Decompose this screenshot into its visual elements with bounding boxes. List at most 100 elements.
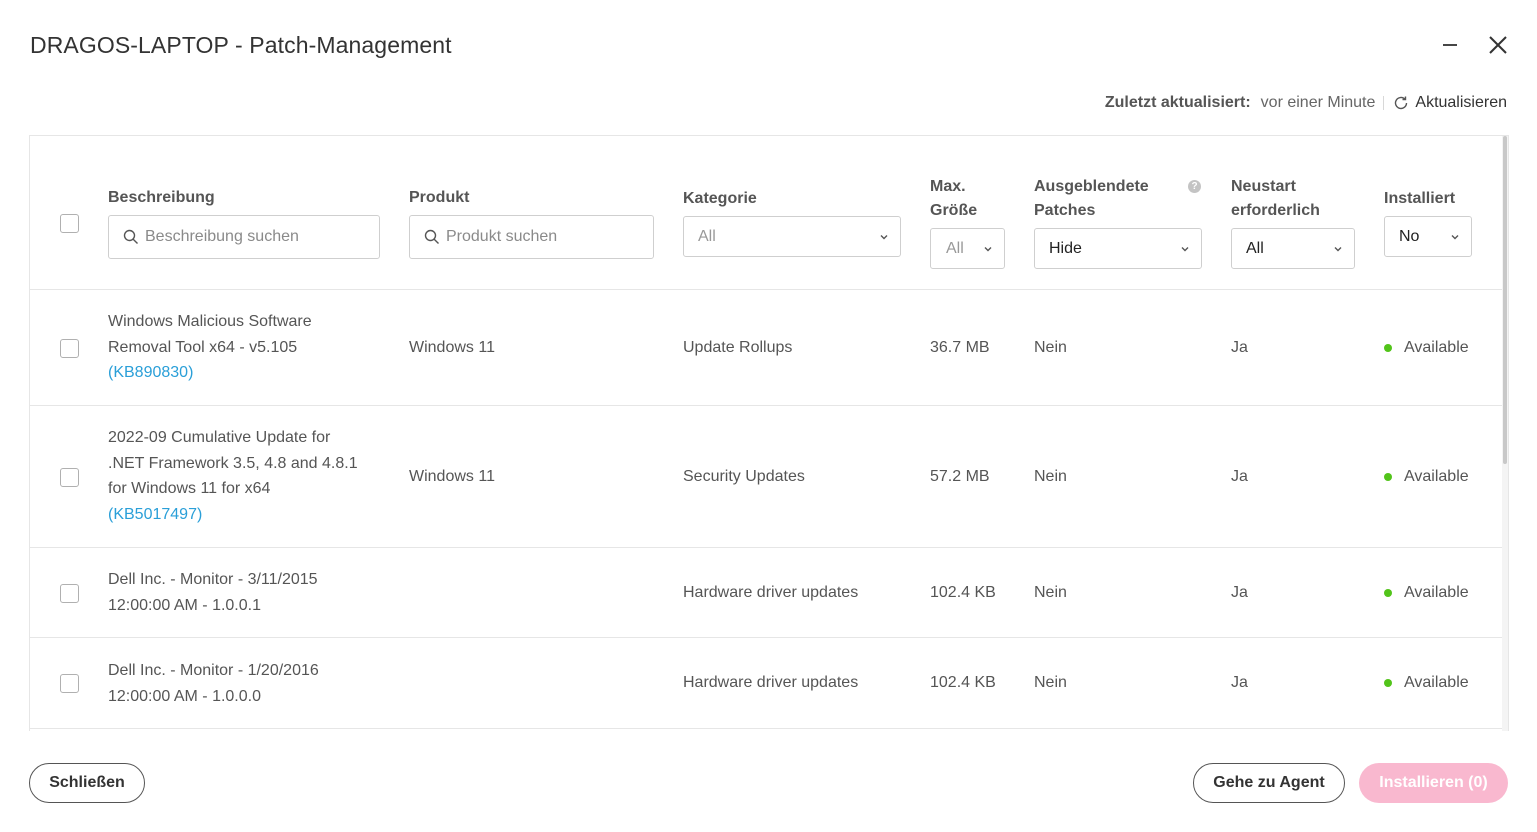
restart-cell: Ja bbox=[1231, 339, 1248, 356]
restart-cell: Ja bbox=[1231, 468, 1248, 485]
minimize-button[interactable] bbox=[1435, 30, 1465, 60]
last-updated-value: vor einer Minute bbox=[1260, 94, 1376, 111]
install-button[interactable]: Installieren (0) bbox=[1359, 763, 1508, 803]
restart-label-line2: erforderlich bbox=[1231, 202, 1320, 219]
chevron-down-icon bbox=[1334, 246, 1342, 251]
row-checkbox[interactable] bbox=[60, 674, 79, 693]
description-line: 12:00:00 AM - 1.0.0.1 bbox=[108, 596, 261, 614]
description-line: 2022-09 Cumulative Update for bbox=[108, 429, 331, 446]
restart-cell: Ja bbox=[1231, 674, 1248, 691]
table-row[interactable]: 2022-09 Cumulative Update for .NET Frame… bbox=[30, 406, 1503, 548]
status-cell: Available bbox=[1384, 339, 1469, 357]
table-row[interactable]: Windows Malicious Software Removal Tool … bbox=[30, 290, 1503, 406]
restart-filter-select[interactable]: All bbox=[1231, 228, 1355, 269]
row-checkbox[interactable] bbox=[60, 584, 79, 603]
search-icon bbox=[123, 229, 138, 244]
refresh-bar: Zuletzt aktualisiert: vor einer Minute A… bbox=[1105, 94, 1507, 112]
max-size-filter-value: All bbox=[946, 239, 964, 257]
hidden-cell: Nein bbox=[1034, 468, 1067, 485]
max-size-label-line1: Max. bbox=[930, 178, 966, 195]
chevron-down-icon bbox=[1181, 246, 1189, 251]
max-size-filter-select[interactable]: All bbox=[930, 228, 1005, 269]
description-line: Dell Inc. - Monitor - 3/11/2015 bbox=[108, 571, 318, 588]
status-label: Available bbox=[1404, 468, 1469, 485]
product-search-input[interactable] bbox=[446, 228, 653, 246]
status-cell: Available bbox=[1384, 584, 1469, 602]
column-header-category: Kategorie bbox=[683, 190, 757, 207]
column-header-max-size: Max. Größe bbox=[930, 175, 977, 223]
product-search-field[interactable] bbox=[409, 215, 654, 259]
hidden-cell: Nein bbox=[1034, 339, 1067, 356]
description-line: Windows Malicious Software bbox=[108, 313, 312, 330]
description-search-input[interactable] bbox=[145, 228, 379, 246]
close-button[interactable] bbox=[1483, 30, 1513, 60]
product-cell: Windows 11 bbox=[409, 468, 495, 485]
installed-filter-select[interactable]: No bbox=[1384, 216, 1472, 257]
scrollbar[interactable] bbox=[1502, 136, 1508, 731]
refresh-icon bbox=[1395, 96, 1408, 110]
status-label: Available bbox=[1404, 674, 1469, 691]
description-line: Dell Inc. - Monitor - 1/20/2016 bbox=[108, 662, 319, 679]
search-icon bbox=[424, 229, 439, 244]
chevron-down-icon bbox=[880, 234, 888, 239]
category-cell: Hardware driver updates bbox=[683, 674, 859, 691]
close-dialog-button[interactable]: Schließen bbox=[29, 763, 145, 803]
minimize-icon bbox=[1443, 44, 1457, 46]
description-line: for Windows 11 for x64 bbox=[108, 480, 271, 497]
column-header-product: Produkt bbox=[409, 189, 470, 206]
help-icon[interactable]: ? bbox=[1188, 180, 1201, 193]
dialog-title: DRAGOS-LAPTOP - Patch-Management bbox=[30, 32, 452, 58]
size-cell: 36.7 MB bbox=[930, 339, 990, 356]
refresh-button[interactable]: Aktualisieren bbox=[1393, 94, 1507, 112]
description-line: .NET Framework 3.5, 4.8 and 4.8.1 bbox=[108, 454, 358, 472]
divider bbox=[1383, 96, 1385, 110]
refresh-label: Aktualisieren bbox=[1415, 94, 1507, 111]
max-size-label-line2: Größe bbox=[930, 202, 978, 219]
last-updated-label: Zuletzt aktualisiert: bbox=[1104, 94, 1251, 111]
chevron-down-icon bbox=[1451, 234, 1459, 239]
description-line: 12:00:00 AM - 1.0.0.0 bbox=[108, 687, 261, 705]
status-dot-icon bbox=[1384, 344, 1392, 352]
status-cell: Available bbox=[1384, 468, 1469, 486]
row-checkbox[interactable] bbox=[60, 339, 79, 358]
row-checkbox[interactable] bbox=[60, 468, 79, 487]
status-dot-icon bbox=[1384, 473, 1392, 481]
column-header-restart-required: Neustart erforderlich bbox=[1231, 175, 1320, 223]
status-dot-icon bbox=[1384, 679, 1392, 687]
column-header-hidden-patches: Ausgeblendete Patches bbox=[1034, 175, 1149, 223]
installed-filter-value: No bbox=[1399, 227, 1420, 245]
category-cell: Security Updates bbox=[683, 468, 805, 485]
hidden-patches-label-line2: Patches bbox=[1034, 202, 1096, 219]
chevron-down-icon bbox=[984, 246, 992, 251]
status-cell: Available bbox=[1384, 674, 1469, 692]
size-cell: 102.4 KB bbox=[930, 674, 996, 691]
go-to-agent-button[interactable]: Gehe zu Agent bbox=[1193, 763, 1345, 803]
category-filter-value: All bbox=[698, 227, 716, 245]
close-icon bbox=[1489, 36, 1507, 54]
scrollbar-thumb[interactable] bbox=[1503, 136, 1507, 464]
status-label: Available bbox=[1404, 339, 1469, 356]
table-row[interactable]: Dell Inc. - Monitor - 3/11/2015 12:00:00… bbox=[30, 548, 1503, 638]
product-cell: Windows 11 bbox=[409, 339, 495, 356]
restart-filter-value: All bbox=[1246, 239, 1264, 257]
select-all-checkbox[interactable] bbox=[60, 214, 79, 233]
patch-table: Beschreibung Produkt Kategorie All Max. … bbox=[29, 135, 1509, 731]
status-dot-icon bbox=[1384, 589, 1392, 597]
restart-cell: Ja bbox=[1231, 584, 1248, 601]
category-filter-select[interactable]: All bbox=[683, 216, 901, 257]
patch-description: Dell Inc. - Monitor - 1/20/2016 12:00:00… bbox=[108, 658, 378, 709]
hidden-cell: Nein bbox=[1034, 584, 1067, 601]
table-row[interactable]: Dell Inc. - Monitor - 1/20/2016 12:00:00… bbox=[30, 638, 1503, 729]
table-header: Beschreibung Produkt Kategorie All Max. … bbox=[30, 136, 1503, 290]
restart-label-line1: Neustart bbox=[1231, 178, 1296, 195]
hidden-patches-filter-select[interactable]: Hide bbox=[1034, 228, 1202, 269]
category-cell: Hardware driver updates bbox=[683, 584, 859, 601]
description-search-field[interactable] bbox=[108, 215, 380, 259]
patch-description: Windows Malicious Software Removal Tool … bbox=[108, 309, 378, 386]
size-cell: 57.2 MB bbox=[930, 468, 990, 485]
column-header-installed: Installiert bbox=[1384, 190, 1456, 207]
hidden-patches-filter-value: Hide bbox=[1049, 239, 1082, 257]
kb-link[interactable]: (KB5017497) bbox=[108, 502, 378, 528]
patch-description: 2022-09 Cumulative Update for .NET Frame… bbox=[108, 425, 378, 527]
kb-link[interactable]: (KB890830) bbox=[108, 360, 378, 386]
